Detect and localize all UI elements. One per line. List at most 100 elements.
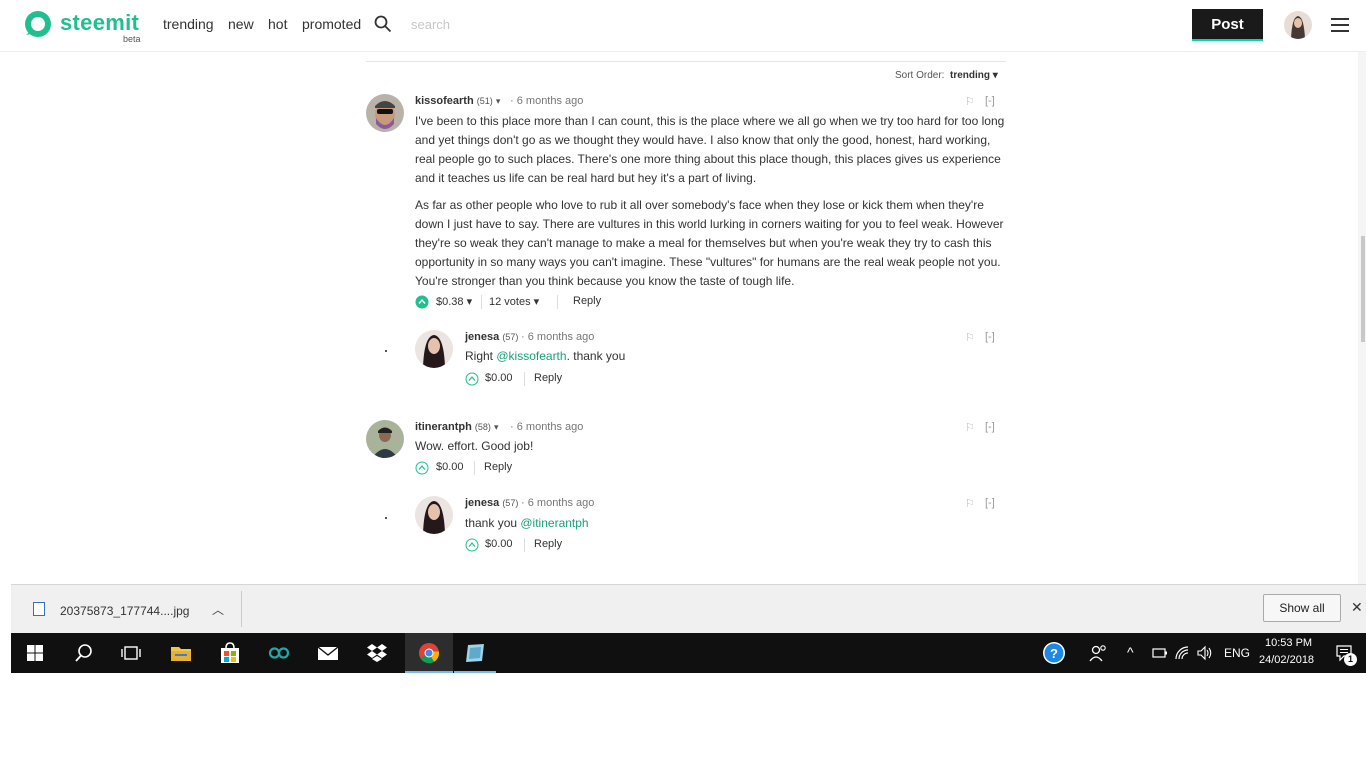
user-avatar[interactable] — [1284, 11, 1312, 39]
logo-beta: beta — [123, 34, 141, 44]
nav-promoted[interactable]: promoted — [302, 16, 361, 32]
task-view-icon[interactable] — [119, 641, 143, 665]
arduino-icon[interactable] — [267, 641, 291, 665]
comment-body: I've been to this place more than I can … — [415, 112, 1005, 291]
comment-author[interactable]: kissofearth (51) ▾ — [415, 95, 500, 107]
collapse-toggle[interactable]: [-] — [985, 95, 995, 107]
commenter-avatar[interactable] — [366, 94, 404, 132]
commenter-avatar[interactable] — [415, 330, 453, 368]
commenter-avatar[interactable] — [366, 420, 404, 458]
dropbox-icon[interactable] — [365, 641, 389, 665]
user-mention-link[interactable]: @itinerantph — [520, 516, 588, 530]
comment-timestamp[interactable]: · 6 months ago — [521, 331, 594, 343]
chevron-down-icon[interactable]: ▾ — [494, 422, 499, 432]
votes-dropdown[interactable]: 12 votes ▾ — [489, 295, 539, 308]
thread-dot — [385, 350, 387, 352]
comment-timestamp[interactable]: · 6 months ago — [510, 421, 583, 433]
payout-amount[interactable]: $0.00 — [485, 538, 513, 550]
author-reputation: (57) — [502, 498, 519, 508]
download-bar: 20375873_177744....jpg ︿ Show all ✕ — [11, 584, 1366, 633]
payout-dropdown[interactable]: $0.38 ▾ — [436, 295, 472, 308]
flag-icon[interactable]: ⚐ — [965, 497, 975, 510]
nav-new[interactable]: new — [228, 16, 254, 32]
separator — [474, 461, 475, 475]
comment-paragraph: As far as other people who love to rub i… — [415, 198, 1004, 288]
reply-button[interactable]: Reply — [534, 538, 562, 550]
comment-body: thank you @itinerantph — [465, 516, 589, 530]
payout-amount[interactable]: $0.00 — [485, 372, 513, 384]
payout-amount[interactable]: $0.00 — [436, 461, 464, 473]
download-filename[interactable]: 20375873_177744....jpg — [60, 604, 189, 618]
comment-author[interactable]: jenesa (57) — [465, 331, 518, 343]
close-icon[interactable]: ✕ — [1351, 599, 1363, 616]
separator — [481, 295, 482, 309]
separator — [557, 295, 558, 309]
reply-button[interactable]: Reply — [484, 461, 512, 473]
chrome-icon — [419, 643, 440, 664]
reply-button[interactable]: Reply — [534, 372, 562, 384]
chevron-down-icon: ▾ — [466, 296, 473, 308]
file-explorer-icon[interactable] — [169, 641, 193, 665]
comment-paragraph: I've been to this place more than I can … — [415, 114, 1005, 185]
votes-count: 12 votes — [489, 296, 531, 308]
scrollbar-thumb[interactable] — [1361, 236, 1365, 342]
search-icon[interactable] — [374, 15, 392, 33]
chevron-up-icon[interactable]: ^ — [1127, 644, 1134, 660]
menu-icon[interactable] — [1331, 18, 1349, 34]
commenter-avatar[interactable] — [415, 496, 453, 534]
section-divider — [366, 61, 1006, 62]
chevron-down-icon[interactable]: ▾ — [496, 96, 501, 106]
flag-icon[interactable]: ⚐ — [965, 95, 975, 108]
wifi-icon[interactable] — [1174, 645, 1190, 661]
battery-icon[interactable] — [1150, 646, 1168, 660]
flag-icon[interactable]: ⚐ — [965, 331, 975, 344]
sort-order-value: trending — [950, 70, 990, 81]
logo-text[interactable]: steemit — [60, 10, 139, 36]
flag-icon[interactable]: ⚐ — [965, 421, 975, 434]
top-header: steemit beta trending new hot promoted P… — [0, 0, 1366, 52]
chrome-taskbar-button[interactable] — [405, 633, 453, 673]
volume-icon[interactable] — [1196, 645, 1214, 661]
language-indicator[interactable]: ENG — [1224, 646, 1250, 660]
sort-order-dropdown[interactable]: trending ▾ — [950, 70, 998, 81]
show-all-button[interactable]: Show all — [1263, 594, 1341, 622]
nav-hot[interactable]: hot — [268, 16, 287, 32]
nav-trending[interactable]: trending — [163, 16, 214, 32]
clock-date[interactable]: 24/02/2018 — [1259, 654, 1314, 666]
collapse-toggle[interactable]: [-] — [985, 497, 995, 509]
upvote-icon[interactable] — [465, 372, 479, 386]
chevron-down-icon: ▾ — [533, 296, 540, 308]
search-icon[interactable] — [72, 641, 96, 665]
photos-taskbar-button[interactable] — [454, 633, 496, 673]
people-icon[interactable] — [1086, 641, 1110, 665]
post-button[interactable]: Post — [1192, 9, 1263, 41]
separator — [524, 372, 525, 386]
clock-time[interactable]: 10:53 PM — [1265, 637, 1312, 649]
collapse-toggle[interactable]: [-] — [985, 421, 995, 433]
help-icon[interactable]: ? — [1042, 641, 1066, 665]
upvote-icon[interactable] — [415, 461, 429, 475]
comment-timestamp[interactable]: · 6 months ago — [521, 497, 594, 509]
author-reputation: (51) — [476, 96, 493, 106]
reply-button[interactable]: Reply — [573, 295, 601, 307]
comment-author[interactable]: jenesa (57) — [465, 497, 518, 509]
user-mention-link[interactable]: @kissofearth — [496, 349, 566, 363]
image-file-icon — [33, 602, 45, 616]
payout-amount: $0.38 — [436, 296, 464, 308]
comment-body: Wow. effort. Good job! — [415, 439, 534, 453]
comment-author[interactable]: itinerantph (58) ▾ — [415, 421, 499, 433]
upvote-icon[interactable] — [465, 538, 479, 552]
search-input[interactable] — [403, 12, 603, 36]
comment-timestamp[interactable]: · 6 months ago — [510, 95, 583, 107]
svg-text:?: ? — [1050, 646, 1058, 661]
windows-start-icon[interactable] — [23, 641, 47, 665]
chevron-up-icon[interactable]: ︿ — [212, 601, 224, 618]
notification-count-badge: 1 — [1344, 653, 1357, 666]
mail-icon[interactable] — [316, 641, 340, 665]
steemit-logo-icon[interactable] — [23, 9, 53, 39]
sort-order-label: Sort Order: — [895, 70, 945, 81]
store-icon[interactable] — [218, 641, 242, 665]
collapse-toggle[interactable]: [-] — [985, 331, 995, 343]
thread-dot — [385, 517, 387, 519]
upvote-icon[interactable] — [415, 295, 429, 309]
